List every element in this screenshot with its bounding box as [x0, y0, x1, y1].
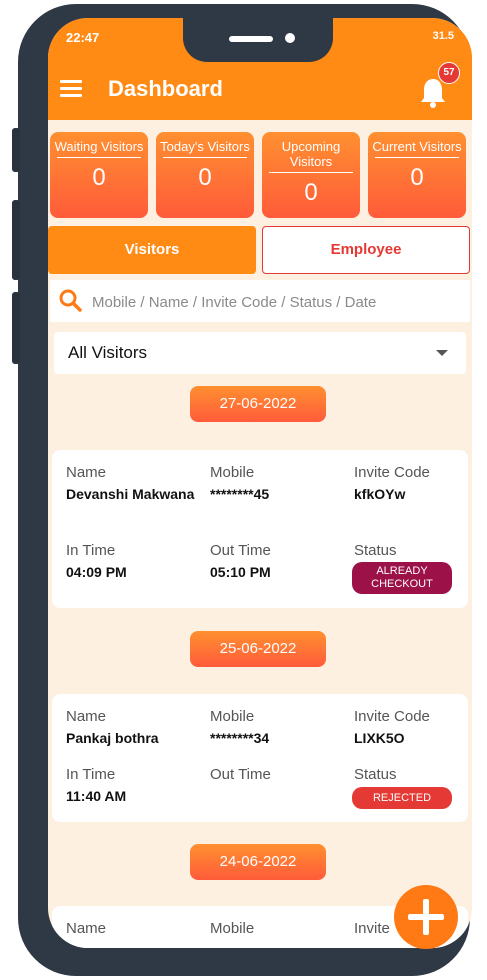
- status-indicators: 31.5: [432, 30, 454, 42]
- stat-label: Waiting Visitors: [54, 139, 144, 154]
- filter-selected-value: All Visitors: [68, 343, 148, 362]
- stat-value: 0: [92, 164, 106, 191]
- invite-code-label: Invite: [354, 920, 390, 937]
- visitor-in-time: 04:09 PM: [66, 564, 127, 580]
- stat-label: Current Visitors: [372, 139, 462, 154]
- status-label: Status: [354, 766, 397, 783]
- phone-side-button: [12, 292, 20, 364]
- status-time: 22:47: [66, 30, 100, 45]
- visitor-card[interactable]: Name Devanshi Makwana Mobile ********45 In…: [52, 450, 468, 608]
- tab-bar: Visitors Employee: [48, 226, 472, 276]
- page-title: Dashboard: [108, 76, 223, 101]
- stat-value: 0: [304, 179, 318, 206]
- visitor-name: Pankaj bothra: [66, 730, 159, 746]
- phone-side-button: [12, 128, 20, 172]
- app-screen: 22:47 31.5 Dashboard 57 Waiting Visitors…: [48, 18, 472, 948]
- name-label: Name: [66, 708, 107, 725]
- tab-visitors[interactable]: Visitors: [48, 226, 256, 274]
- hamburger-menu-icon[interactable]: [60, 80, 84, 98]
- stat-value: 0: [410, 164, 424, 191]
- stat-upcoming-visitors[interactable]: Upcoming Visitors 0: [262, 132, 360, 218]
- add-visitor-button[interactable]: [394, 885, 458, 949]
- status-badge: ALREADY CHECKOUT: [352, 562, 452, 594]
- visitor-in-time: 11:40 AM: [66, 788, 127, 804]
- stats-row: Waiting Visitors 0 Today's Visitors 0 Up…: [48, 126, 472, 218]
- in-time-label: In Time: [66, 766, 116, 783]
- mobile-label: Mobile: [210, 920, 255, 937]
- status-badge: REJECTED: [352, 787, 452, 809]
- visitor-name: Devanshi Makwana: [66, 486, 195, 502]
- visitor-invite-code: LIXK5O: [354, 730, 405, 746]
- phone-notch: [183, 18, 333, 62]
- date-header: 24-06-2022: [190, 844, 326, 880]
- visitor-mobile: ********45: [210, 486, 270, 502]
- out-time-label: Out Time: [210, 766, 271, 783]
- stat-waiting-visitors[interactable]: Waiting Visitors 0: [50, 132, 148, 218]
- out-time-label: Out Time: [210, 542, 271, 559]
- date-header: 27-06-2022: [190, 386, 326, 422]
- stat-todays-visitors[interactable]: Today's Visitors 0: [156, 132, 254, 218]
- stat-label: Today's Visitors: [160, 139, 250, 154]
- search-bar: [50, 280, 470, 322]
- name-label: Name: [66, 920, 107, 937]
- visitor-filter-dropdown[interactable]: All Visitors: [54, 332, 466, 374]
- mobile-label: Mobile: [210, 708, 255, 725]
- visitor-invite-code: kfkOYw: [354, 486, 406, 502]
- visitor-card[interactable]: Name Pankaj bothra Mobile ********34 Invit…: [52, 694, 468, 822]
- stat-current-visitors[interactable]: Current Visitors 0: [368, 132, 466, 218]
- search-input[interactable]: [90, 288, 464, 316]
- invite-code-label: Invite Code: [354, 464, 430, 481]
- status-label: Status: [354, 542, 397, 559]
- notification-badge: 57: [438, 62, 460, 84]
- in-time-label: In Time: [66, 542, 116, 559]
- visitor-out-time: 05:10 PM: [210, 564, 271, 580]
- visitor-mobile: ********34: [210, 730, 270, 746]
- name-label: Name: [66, 464, 107, 481]
- invite-code-label: Invite Code: [354, 708, 430, 725]
- tab-employee[interactable]: Employee: [262, 226, 470, 274]
- chevron-down-icon: [436, 350, 448, 356]
- date-header: 25-06-2022: [190, 631, 326, 667]
- search-icon: [59, 289, 82, 312]
- stat-value: 0: [198, 164, 212, 191]
- phone-side-button: [12, 200, 20, 280]
- mobile-label: Mobile: [210, 464, 255, 481]
- stat-label: Upcoming Visitors: [281, 139, 341, 169]
